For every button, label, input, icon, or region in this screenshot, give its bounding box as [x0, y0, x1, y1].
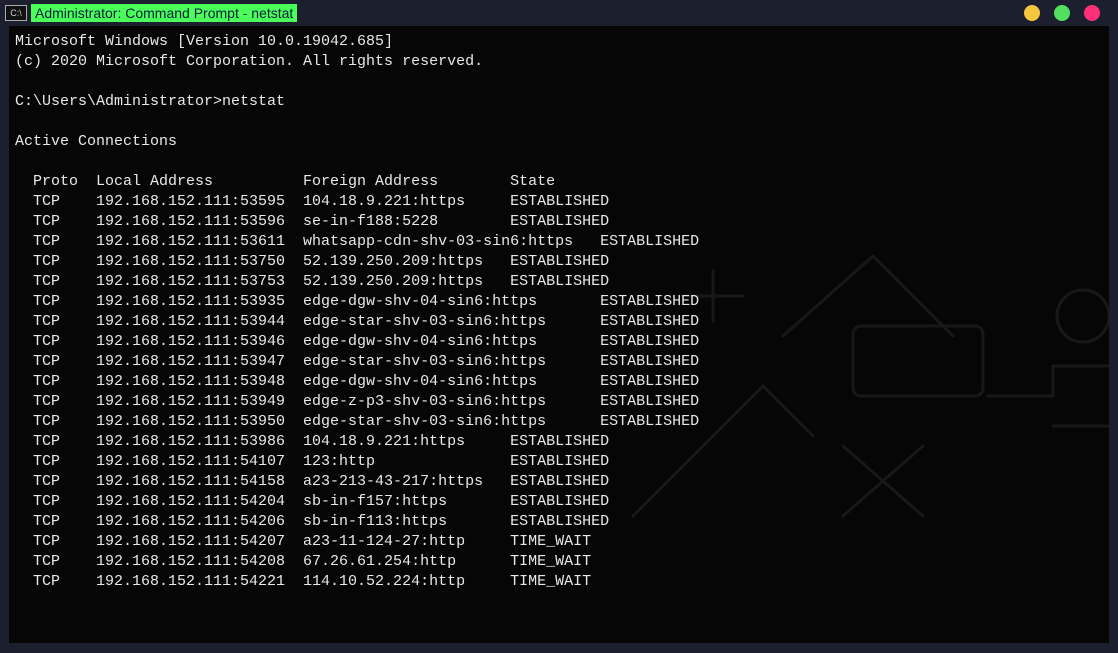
window-controls	[1024, 5, 1100, 21]
prompt-path: C:\Users\Administrator>	[15, 93, 222, 110]
banner-line-1: Microsoft Windows [Version 10.0.19042.68…	[15, 33, 393, 50]
prompt-line: C:\Users\Administrator>netstat	[15, 93, 285, 110]
app-window: C:\ Administrator: Command Prompt - nets…	[0, 0, 1118, 653]
titlebar[interactable]: C:\ Administrator: Command Prompt - nets…	[0, 0, 1118, 26]
rows-container: TCP 192.168.152.111:53595 104.18.9.221:h…	[15, 193, 699, 590]
minimize-icon[interactable]	[1024, 5, 1040, 21]
close-icon[interactable]	[1084, 5, 1100, 21]
maximize-icon[interactable]	[1054, 5, 1070, 21]
window-title: Administrator: Command Prompt - netstat	[31, 4, 297, 22]
column-header-row: Proto Local Address Foreign Address Stat…	[15, 173, 555, 190]
banner-line-2: (c) 2020 Microsoft Corporation. All righ…	[15, 53, 483, 70]
command-text: netstat	[222, 93, 285, 110]
terminal-output[interactable]: Microsoft Windows [Version 10.0.19042.68…	[9, 26, 1109, 643]
section-header: Active Connections	[15, 133, 177, 150]
cmd-app-icon: C:\	[5, 5, 27, 21]
